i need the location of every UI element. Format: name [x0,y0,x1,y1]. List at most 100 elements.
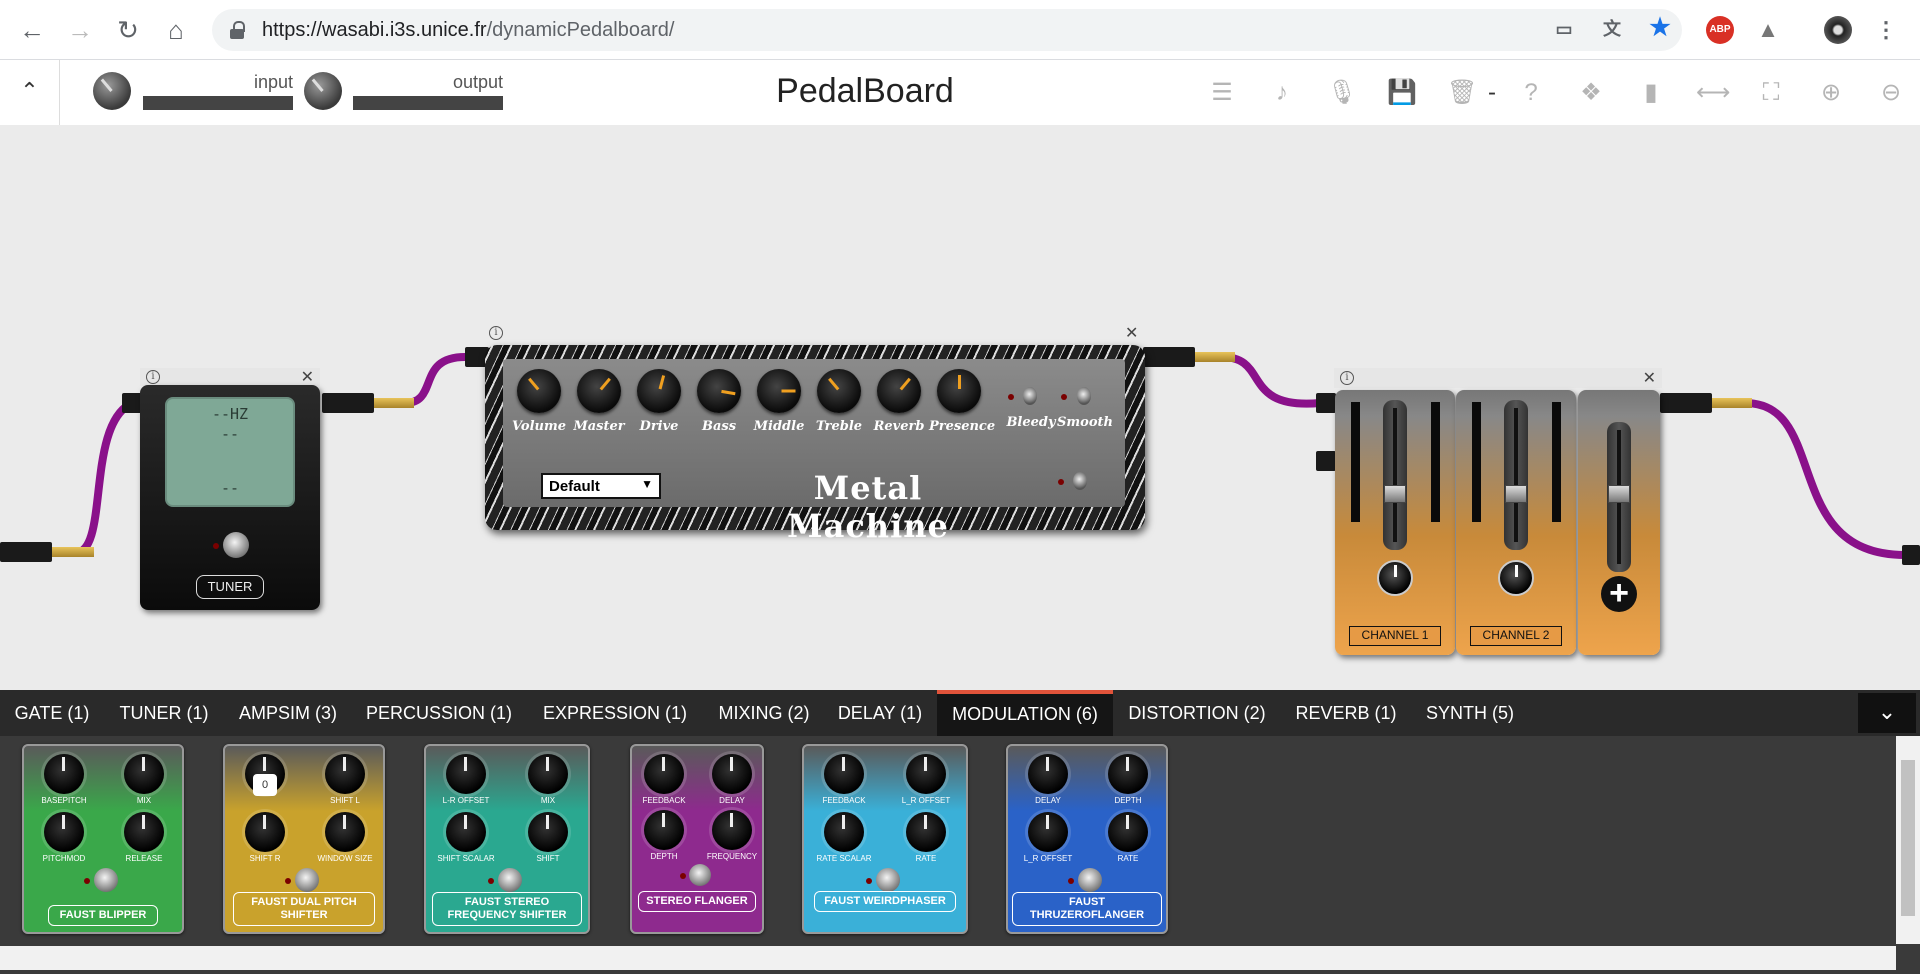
drive-icon[interactable]: ▲ [1754,16,1782,44]
address-bar[interactable]: https://wasabi.i3s.unice.fr/dynamicPedal… [212,9,1682,51]
input-jack[interactable] [0,542,52,562]
footswitch[interactable] [689,864,711,886]
metal-machine-info-icon[interactable]: i [489,326,503,340]
palette-pedal-faust-stereo-frequency-shifter[interactable]: L-R OFFSET MIX SHIFT SCALAR SHIFT FAUST … [424,744,590,934]
metal-machine-close-icon[interactable]: ✕ [1125,323,1138,343]
mixer-input-jack-1[interactable] [1316,393,1336,413]
volume-knob[interactable] [517,369,561,413]
mixer-output-jack[interactable] [1660,393,1712,413]
l-r-offset-knob[interactable] [1028,812,1068,852]
channel-2-fader[interactable] [1505,485,1527,503]
footswitch[interactable] [498,868,522,892]
mixer-sliders-icon[interactable]: ☰ [1207,78,1237,108]
share-icon[interactable]: ⟷ [1696,78,1730,108]
tab-expression[interactable]: EXPRESSION (1) [526,690,704,736]
palette-pedal-faust-blipper[interactable]: BASEPITCH MIX PITCHMOD RELEASE FAUST BLI… [22,744,184,934]
l-r-offset-knob[interactable] [906,754,946,794]
frequency-knob[interactable] [712,810,752,850]
tab-delay[interactable]: DELAY (1) [824,690,936,736]
palette-horizontal-scrollbar[interactable] [0,946,1896,970]
pedalboard-canvas[interactable]: i ✕ --HZ -- -- TUNER i ✕ Volume Master D… [0,125,1920,690]
tuner-footswitch[interactable] [223,532,249,558]
tuner-close-icon[interactable]: ✕ [301,367,314,387]
output-jack[interactable] [1902,545,1920,565]
footswitch[interactable] [94,868,118,892]
tuner-output-jack[interactable] [322,393,374,413]
master-fader[interactable] [1608,485,1630,503]
cast-blocked-icon[interactable]: ▭ [1550,15,1578,43]
scrollbar-thumb[interactable] [1901,760,1915,916]
footswitch[interactable] [295,868,319,892]
tab-ampsim[interactable]: AMPSIM (3) [224,690,352,736]
shift-scalar-knob[interactable] [446,812,486,852]
trash-icon[interactable]: 🗑 [1447,78,1477,108]
url-text[interactable]: https://wasabi.i3s.unice.fr/dynamicPedal… [262,19,674,42]
middle-knob[interactable] [757,369,801,413]
feedback-knob[interactable] [644,754,684,794]
smooth-switch[interactable] [1077,387,1091,405]
footswitch[interactable] [1078,868,1102,892]
palette-vertical-scrollbar[interactable] [1896,736,1920,944]
tab-gate[interactable]: GATE (1) [0,690,104,736]
channel-2-pan-knob[interactable] [1498,560,1534,596]
palette-pedal-faust-thruzeroflanger[interactable]: DELAY DEPTH L_R OFFSET RATE FAUST THRUZE… [1006,744,1168,934]
add-channel-button[interactable]: + [1601,576,1637,612]
tab-mixing[interactable]: MIXING (2) [705,690,823,736]
zoom-in-icon[interactable]: ⊕ [1816,78,1846,108]
shift-r-knob[interactable] [245,812,285,852]
footswitch[interactable] [876,868,900,892]
tuner-input-jack[interactable] [122,393,142,413]
feedback-knob[interactable] [824,754,864,794]
channel-1-pan-knob[interactable] [1377,560,1413,596]
back-icon[interactable]: ← [14,12,50,48]
mix-knob[interactable] [124,754,164,794]
translate-icon[interactable]: 文 [1598,15,1626,43]
tab-synth[interactable]: SYNTH (5) [1412,690,1528,736]
rate-knob[interactable] [1108,812,1148,852]
palette-pedal-stereo-flanger[interactable]: FEEDBACK DELAY DEPTH FREQUENCY STEREO FL… [630,744,764,934]
bleedy-switch[interactable] [1023,387,1037,405]
menu-icon[interactable]: ⋮ [1872,16,1900,44]
delay-knob[interactable] [1028,754,1068,794]
tuner-pedal[interactable]: --HZ -- -- TUNER [140,385,320,610]
window-size-knob[interactable] [325,812,365,852]
mix-knob[interactable] [528,754,568,794]
shift-knob[interactable] [528,812,568,852]
reverb-knob[interactable] [877,369,921,413]
palette-pedal-faust-dual-pitch-shifter[interactable]: 0 SHIFT L SHIFT R WINDOW SIZE FAUST DUAL… [223,744,385,934]
pitchmod-knob[interactable] [44,812,84,852]
master-knob[interactable] [577,369,621,413]
depth-knob[interactable] [1108,754,1148,794]
home-icon[interactable]: ⌂ [158,12,194,48]
mixer-info-icon[interactable]: i [1340,371,1354,385]
microphone-icon[interactable]: 🎙 [1327,78,1357,108]
rate-knob[interactable] [906,812,946,852]
profile-avatar[interactable] [1824,16,1852,44]
adblock-icon[interactable]: ABP [1706,16,1734,44]
tab-distortion[interactable]: DISTORTION (2) [1114,690,1280,736]
basepitch-knob[interactable] [44,754,84,794]
tuner-info-icon[interactable]: i [146,370,160,384]
shift-l-knob[interactable] [325,754,365,794]
drive-knob[interactable] [637,369,681,413]
bypass-switch[interactable] [1073,472,1087,490]
rate-scalar-knob[interactable] [824,812,864,852]
fullscreen-icon[interactable]: ⛶ [1756,78,1786,108]
bass-knob[interactable] [697,369,741,413]
zoom-out-icon[interactable]: ⊖ [1876,78,1906,108]
music-note-icon[interactable]: ♪ [1267,78,1297,108]
delay-knob[interactable] [712,754,752,794]
save-icon[interactable]: 💾 [1387,78,1417,108]
help-icon[interactable]: ? [1516,78,1546,108]
preset-select[interactable]: Default ▼ [541,473,661,499]
palette-pedal-faust-weirdphaser[interactable]: FEEDBACK L_R OFFSET RATE SCALAR RATE FAU… [802,744,968,934]
collapse-palette-button[interactable]: ⌄ [1858,693,1916,733]
release-knob[interactable] [124,812,164,852]
tab-reverb[interactable]: REVERB (1) [1281,690,1411,736]
treble-knob[interactable] [817,369,861,413]
l-r-offset-knob[interactable] [446,754,486,794]
presence-knob[interactable] [937,369,981,413]
tab-modulation[interactable]: MODULATION (6) [937,690,1113,736]
forward-icon[interactable]: → [62,12,98,48]
book-icon[interactable]: ▮ [1636,78,1666,108]
